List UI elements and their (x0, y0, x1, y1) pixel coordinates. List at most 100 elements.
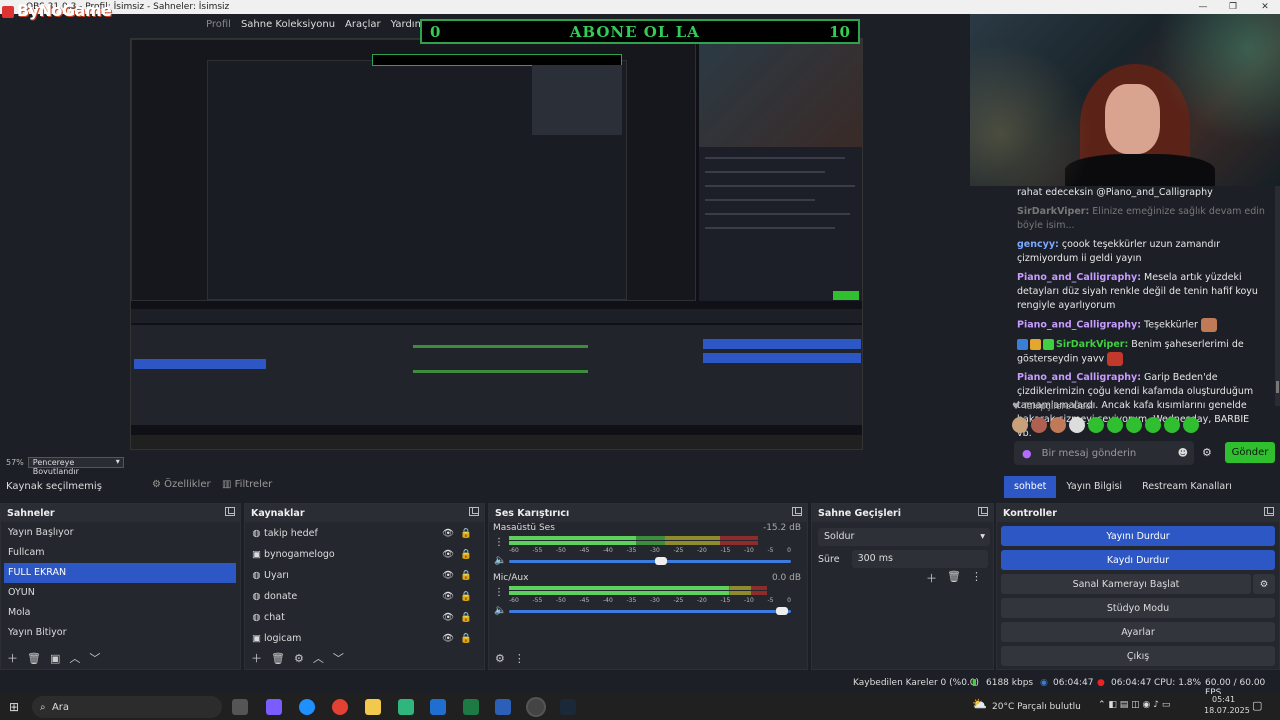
emoji-icon[interactable]: ☻ (1178, 448, 1188, 459)
undock-icon[interactable] (792, 507, 802, 516)
clock-time[interactable]: 05:41 (1212, 695, 1235, 704)
move-down-icon[interactable]: ﹀ (333, 650, 344, 666)
stop-streaming-button[interactable]: Yayını Durdur (1001, 526, 1275, 546)
more-options-icon[interactable]: ⋮ (971, 570, 982, 586)
emote-icon[interactable] (1012, 417, 1028, 433)
notification-icon[interactable]: ▢ (1252, 699, 1262, 712)
move-down-icon[interactable]: ﹀ (89, 650, 100, 666)
eye-icon[interactable]: 👁 (442, 544, 454, 565)
source-item[interactable]: ▣ logicam 👁 🔒 (245, 628, 484, 649)
scroll-thumb[interactable] (1276, 381, 1279, 393)
volume-slider[interactable] (509, 557, 791, 565)
zoom-mode-select[interactable]: Pencereye Boyutlandır (27, 457, 124, 476)
windows-start-icon[interactable]: ⊞ (9, 700, 19, 714)
clock-date[interactable]: 18.07.2025 (1204, 706, 1250, 715)
menu-item-scene-collection[interactable]: Sahne Koleksiyonu (241, 19, 335, 30)
taskbar-search[interactable]: ⌕ Ara (32, 696, 222, 718)
emote-icon[interactable] (1031, 417, 1047, 433)
properties-button[interactable]: ⚙ Özellikler (152, 479, 211, 490)
emote-icon[interactable] (1107, 417, 1123, 433)
source-item[interactable]: ◍ donate 👁 🔒 (245, 586, 484, 607)
volume-knob[interactable] (654, 557, 667, 565)
eye-icon[interactable]: 👁 (442, 607, 454, 628)
word-icon[interactable] (495, 699, 511, 715)
tray-icons[interactable]: ⌃ ◧ ▤ ◫ ◉ ♪ ▭ (1098, 700, 1170, 710)
undock-icon[interactable] (1264, 507, 1274, 516)
undock-icon[interactable] (469, 507, 479, 516)
more-options-icon[interactable]: ⋮ (494, 587, 504, 598)
undock-icon[interactable] (225, 507, 235, 516)
task-view-icon[interactable] (232, 699, 248, 715)
speaker-icon[interactable]: 🔈 (494, 555, 506, 566)
advanced-audio-gear-icon[interactable]: ⚙ (495, 652, 505, 665)
lock-icon[interactable]: 🔒 (460, 628, 472, 649)
emote-icon[interactable] (1069, 417, 1085, 433)
chat-user[interactable]: SirDarkViper: (1056, 339, 1128, 350)
eye-icon[interactable]: 👁 (442, 586, 454, 607)
scene-item-active[interactable]: FULL EKRAN (4, 563, 236, 583)
chat-user[interactable]: gencyy: (1017, 239, 1059, 250)
chat-user[interactable]: Piano_and_Calligraphy: (1017, 320, 1141, 331)
maximize-button[interactable]: ❐ (1220, 0, 1246, 14)
weather-text[interactable]: 20°C Parçalı bulutlu (992, 702, 1081, 712)
add-icon[interactable]: ＋ (926, 570, 937, 586)
chat-settings-gear-icon[interactable]: ⚙ (1202, 446, 1212, 459)
preview-canvas[interactable] (130, 38, 863, 450)
source-item[interactable]: ◍ takip hedef 👁 🔒 (245, 523, 484, 544)
menu-item-tools[interactable]: Araçlar (345, 19, 381, 30)
eye-icon[interactable]: 👁 (442, 523, 454, 544)
tab-chat[interactable]: sohbet (1004, 476, 1057, 498)
close-window-button[interactable]: ✕ (1252, 0, 1278, 14)
trash-icon[interactable]: 🗑 (271, 652, 285, 665)
studio-mode-button[interactable]: Stüdyo Modu (1001, 598, 1275, 618)
start-virtual-camera-button[interactable]: Sanal Kamerayı Başlat (1001, 574, 1251, 594)
lock-icon[interactable]: 🔒 (460, 607, 472, 628)
store-icon[interactable] (398, 699, 414, 715)
settings-button[interactable]: Ayarlar (1001, 622, 1275, 642)
add-icon[interactable]: ＋ (7, 650, 18, 666)
chat-user[interactable]: Piano_and_Calligraphy: (1017, 272, 1141, 283)
volume-knob[interactable] (776, 607, 789, 615)
filters-button[interactable]: ▥ Filtreler (222, 479, 272, 490)
volume-slider[interactable] (509, 607, 791, 615)
source-item[interactable]: ◍ chat 👁 🔒 (245, 607, 484, 628)
copilot-icon[interactable] (266, 699, 282, 715)
more-options-icon[interactable]: ⋮ (514, 652, 525, 665)
menu-item-profile[interactable]: Profil (206, 19, 231, 30)
edge-icon[interactable] (299, 699, 315, 715)
chrome-icon[interactable] (332, 699, 348, 715)
lock-icon[interactable]: 🔒 (460, 565, 472, 586)
add-icon[interactable]: ＋ (251, 650, 262, 666)
more-options-icon[interactable]: ⋮ (494, 537, 504, 548)
excel-icon[interactable] (463, 699, 479, 715)
speaker-icon[interactable]: 🔈 (494, 605, 506, 616)
tab-restream-channels[interactable]: Restream Kanalları (1132, 476, 1242, 498)
trash-icon[interactable]: 🗑 (947, 570, 961, 586)
trash-icon[interactable]: 🗑 (27, 652, 41, 665)
lock-icon[interactable]: 🔒 (460, 523, 472, 544)
source-item[interactable]: ▣ bynogamelogo 👁 🔒 (245, 544, 484, 565)
send-button[interactable]: Gönder (1225, 442, 1275, 463)
scene-item[interactable]: OYUN (1, 583, 240, 603)
move-up-icon[interactable]: ︿ (313, 650, 324, 666)
exit-button[interactable]: Çıkış (1001, 646, 1275, 666)
move-up-icon[interactable]: ︿ (69, 650, 80, 666)
lock-icon[interactable]: 🔒 (460, 544, 472, 565)
chat-user[interactable]: Piano_and_Calligraphy: (1017, 372, 1141, 383)
gear-icon[interactable]: ⚙ (294, 652, 304, 665)
emote-icon[interactable] (1145, 417, 1161, 433)
chat-message-input[interactable]: ● Bir mesaj gönderin ☻ (1014, 441, 1194, 465)
chat-scrollbar[interactable] (1275, 186, 1280, 406)
scene-item[interactable]: Fullcam (1, 543, 240, 563)
stop-recording-button[interactable]: Kaydı Durdur (1001, 550, 1275, 570)
emote-icon[interactable] (1088, 417, 1104, 433)
source-item[interactable]: ◍ Uyarı 👁 🔒 (245, 565, 484, 586)
emote-icon[interactable] (1050, 417, 1066, 433)
emote-icon[interactable] (1183, 417, 1199, 433)
scene-item[interactable]: Yayın Başlıyor (1, 523, 240, 543)
filters-icon[interactable]: ▣ (50, 652, 60, 665)
undock-icon[interactable] (978, 507, 988, 516)
scene-item[interactable]: Mola (1, 603, 240, 623)
eye-icon[interactable]: 👁 (442, 628, 454, 649)
scene-item[interactable]: Yayın Bitiyor (1, 623, 240, 643)
